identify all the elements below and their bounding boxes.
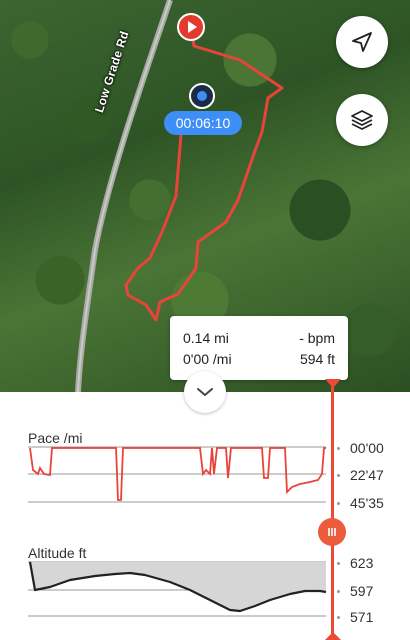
map-layers-button[interactable] [336, 94, 388, 146]
navigate-button[interactable] [336, 16, 388, 68]
tooltip-distance: 0.14 mi [183, 330, 229, 346]
scrubber-line[interactable] [331, 380, 334, 640]
tick-dot [337, 616, 340, 619]
start-marker[interactable] [177, 13, 205, 41]
cursor-bottom-arrow [325, 632, 341, 640]
map-view[interactable]: Low Grade Rd 00:06:10 0.14 mi - bpm 0'00… [0, 0, 410, 392]
position-dot-icon [189, 83, 215, 109]
elapsed-time-badge: 00:06:10 [164, 111, 242, 135]
altitude-chart-title: Altitude ft [28, 545, 87, 561]
route-track [124, 27, 284, 322]
pace-tick-label: 45'35 [350, 495, 384, 511]
drag-handle-icon [328, 528, 336, 536]
navigation-arrow-icon [352, 32, 372, 52]
pace-chart-title: Pace /mi [28, 430, 83, 446]
chevron-down-icon [197, 388, 213, 396]
scrubber-handle[interactable] [318, 518, 346, 546]
current-position-marker [188, 82, 216, 110]
altitude-tick-label: 571 [350, 609, 374, 625]
altitude-tick-label: 623 [350, 555, 374, 571]
tick-dot [337, 447, 340, 450]
collapse-chart-button[interactable] [184, 371, 226, 413]
start-flag-icon [177, 13, 205, 41]
tooltip-heart-rate: - bpm [299, 330, 335, 346]
altitude-area [30, 562, 326, 611]
pace-tick-label: 00'00 [350, 440, 384, 456]
tooltip-altitude: 594 ft [299, 351, 335, 367]
tooltip-pace: 0'00 /mi [183, 351, 232, 367]
tick-dot [337, 474, 340, 477]
altitude-tick-label: 597 [350, 583, 374, 599]
pace-tick-label: 22'47 [350, 467, 384, 483]
tick-dot [337, 562, 340, 565]
tick-dot [337, 502, 340, 505]
tick-dot [337, 590, 340, 593]
layers-icon [351, 110, 373, 130]
data-tooltip: 0.14 mi - bpm 0'00 /mi 594 ft [170, 316, 348, 380]
road [75, 0, 173, 392]
